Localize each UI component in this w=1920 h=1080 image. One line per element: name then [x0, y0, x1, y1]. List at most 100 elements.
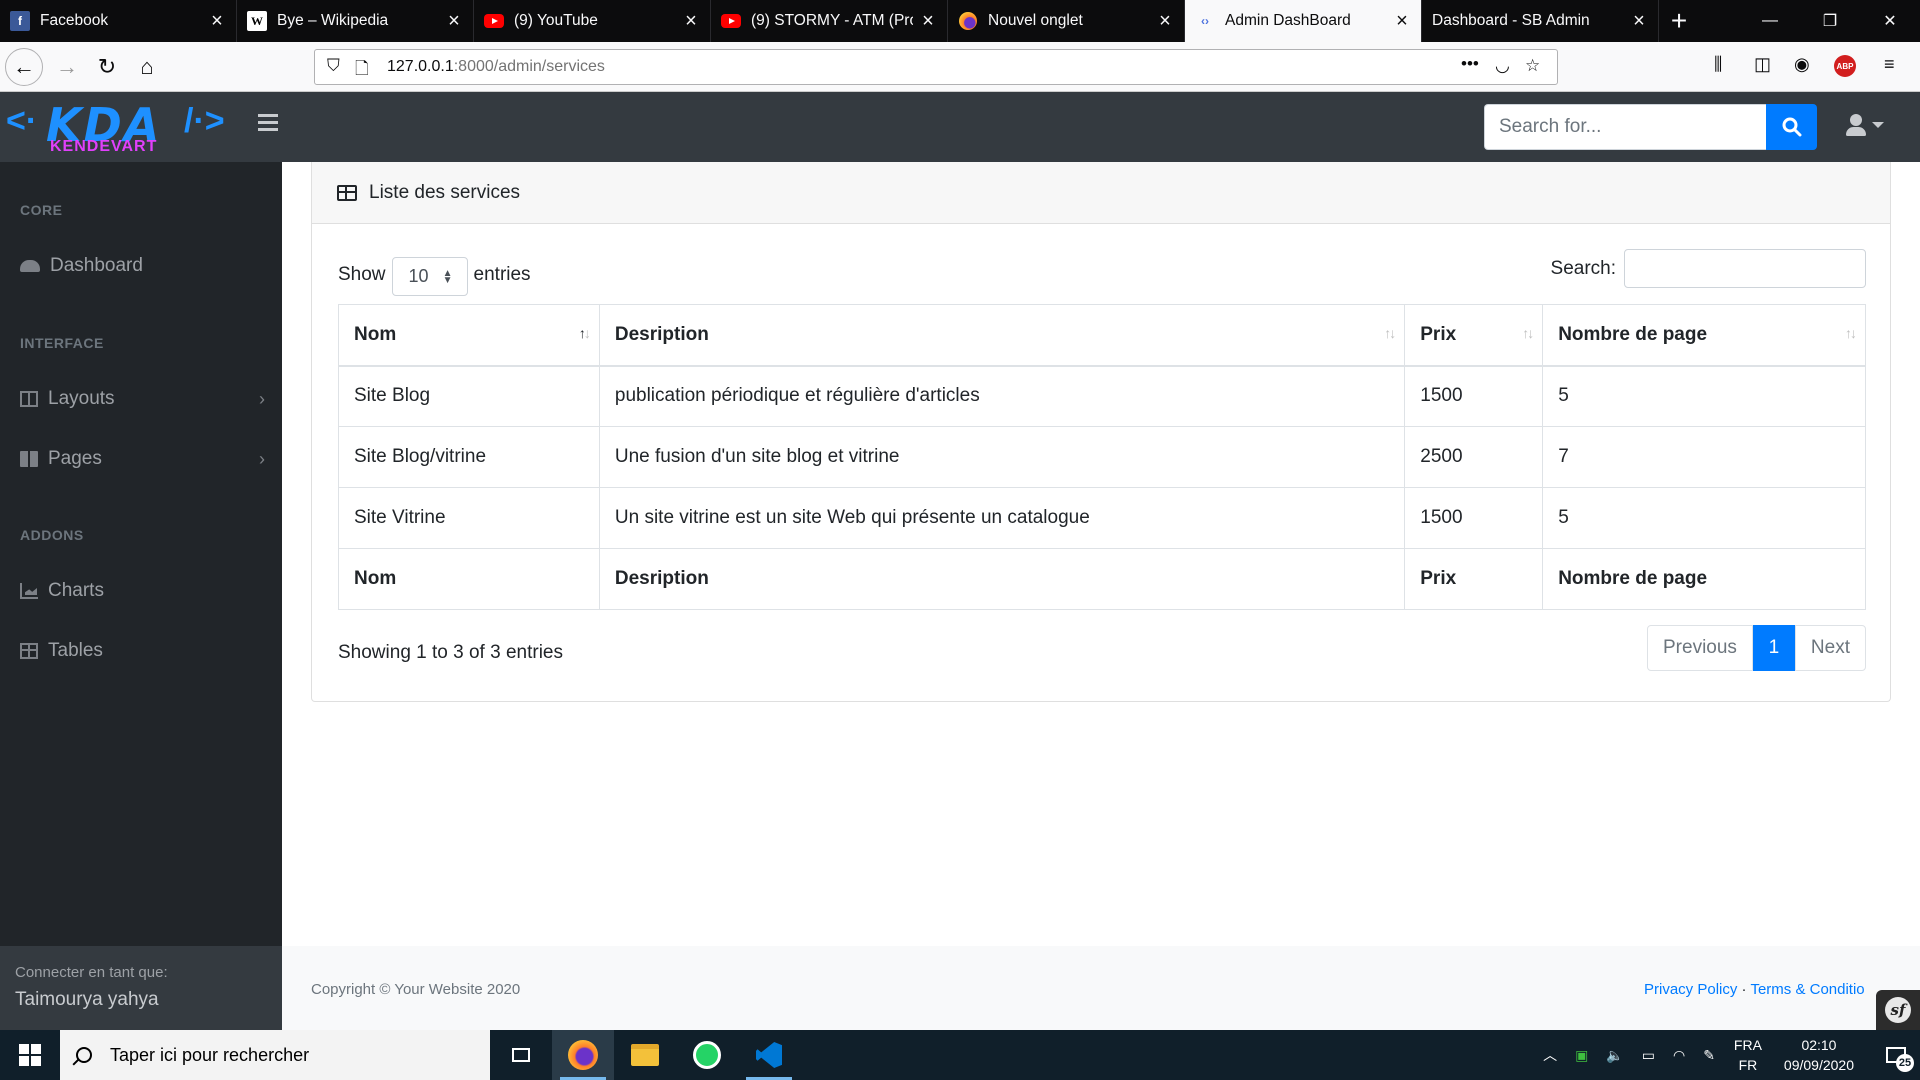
area-chart-icon: [20, 583, 38, 599]
youtube-icon: [721, 14, 741, 28]
logged-in-user: Taimourya yahya: [15, 989, 159, 1010]
column-header-description[interactable]: Desription ↑↓: [598, 304, 1406, 367]
browser-tab[interactable]: (9) YouTube ×: [474, 0, 711, 42]
user-dropdown[interactable]: [1846, 114, 1884, 136]
cell-description: publication périodique et régulière d'ar…: [598, 365, 1406, 427]
symfony-toolbar-toggle[interactable]: sf: [1876, 990, 1920, 1030]
sidebar-item-label: Pages: [48, 448, 102, 469]
entries-label: entries: [473, 263, 531, 285]
sidebar-item-layouts[interactable]: Layouts ›: [20, 384, 265, 414]
windows-start-button[interactable]: [0, 1030, 60, 1080]
adblock-plus-icon[interactable]: ABP: [1834, 55, 1856, 77]
shield-icon[interactable]: ⛉: [327, 56, 340, 76]
column-header-nombre-de-page[interactable]: Nombre de page ↑↓: [1542, 304, 1866, 367]
column-header-nom[interactable]: Nom ↑↓: [338, 304, 600, 367]
table-search-input[interactable]: [1624, 249, 1866, 288]
footer-separator: ·: [1741, 981, 1747, 998]
footer-header-description: Desription: [598, 548, 1406, 610]
pocket-icon[interactable]: ◡: [1495, 56, 1510, 76]
taskbar-vscode[interactable]: [738, 1030, 800, 1080]
tab-title: Dashboard - SB Admin: [1432, 12, 1590, 29]
navbar-search-input[interactable]: [1484, 104, 1766, 150]
page-info-icon[interactable]: 🗋: [355, 56, 369, 85]
cell-nom: Site Vitrine: [338, 487, 600, 549]
forward-arrow-icon[interactable]: →: [50, 50, 84, 84]
symfony-icon: sf: [1885, 997, 1911, 1023]
cell-pages: 7: [1542, 426, 1866, 488]
account-icon[interactable]: ◉: [1794, 54, 1810, 75]
url-host: 127.0.0.1: [387, 58, 454, 75]
volume-icon[interactable]: 🔈: [1606, 1047, 1623, 1064]
sidebar-item-tables[interactable]: Tables: [20, 636, 265, 666]
task-view-button[interactable]: [490, 1030, 552, 1080]
footer-links: Privacy Policy · Terms & Conditio: [1644, 981, 1865, 998]
close-tab-icon[interactable]: ×: [1624, 10, 1654, 33]
table-footer-row: Nom Desription Prix Nombre de page: [338, 548, 1866, 610]
logo-arrow-left: <·: [6, 102, 38, 140]
sidebar-toggle-button[interactable]: [258, 114, 278, 135]
page-1-button[interactable]: 1: [1752, 625, 1795, 671]
wifi-icon[interactable]: ◠: [1673, 1047, 1685, 1064]
table-info: Showing 1 to 3 of 3 entries: [338, 642, 563, 663]
youtube-icon: [484, 14, 504, 28]
chevron-up-icon[interactable]: ︿: [1543, 1045, 1557, 1065]
library-icon[interactable]: ⫼: [1714, 54, 1722, 75]
next-page-button[interactable]: Next: [1794, 625, 1866, 671]
action-center-button[interactable]: 25: [1872, 1030, 1920, 1080]
sidebar: CORE Dashboard INTERFACE Layouts › Pages…: [0, 162, 282, 1030]
language-indicator[interactable]: FRA FR: [1734, 1035, 1762, 1075]
sidebar-item-charts[interactable]: Charts: [20, 576, 265, 606]
logo-arrow-right: /·>: [184, 102, 225, 140]
taskbar-file-explorer[interactable]: [614, 1030, 676, 1080]
close-tab-icon[interactable]: ×: [913, 10, 943, 33]
close-tab-icon[interactable]: ×: [1150, 10, 1180, 33]
clock[interactable]: 02:10 09/09/2020: [1784, 1035, 1854, 1075]
brand-logo[interactable]: <· KDA /·> KENDEVART: [6, 98, 246, 156]
app-tray-icon[interactable]: ▣: [1575, 1047, 1588, 1064]
close-tab-icon[interactable]: ×: [202, 10, 232, 33]
sidebar-item-dashboard[interactable]: Dashboard: [20, 251, 265, 281]
close-window-icon[interactable]: ✕: [1860, 0, 1920, 42]
top-navbar: <· KDA /·> KENDEVART: [0, 92, 1920, 162]
restore-icon[interactable]: ❐: [1800, 0, 1860, 42]
cell-prix: 2500: [1404, 426, 1544, 488]
menu-icon[interactable]: ≡: [1884, 54, 1895, 75]
browser-tab[interactable]: Nouvel onglet ×: [948, 0, 1185, 42]
close-tab-icon[interactable]: ×: [1387, 10, 1417, 33]
footer-header-nombre-de-page: Nombre de page: [1542, 548, 1866, 610]
new-tab-icon[interactable]: +: [1659, 0, 1699, 42]
reload-icon[interactable]: ↻: [90, 50, 124, 84]
browser-tab[interactable]: (9) STORMY - ATM (Prod ×: [711, 0, 948, 42]
close-tab-icon[interactable]: ×: [439, 10, 469, 33]
taskbar-whatsapp[interactable]: [676, 1030, 738, 1080]
table-row: Site Blog/vitrine Une fusion d'un site b…: [338, 426, 1866, 488]
page-footer: Copyright © Your Website 2020 Privacy Po…: [282, 946, 1920, 1030]
privacy-policy-link[interactable]: Privacy Policy: [1644, 981, 1737, 998]
taskbar-search[interactable]: Taper ici pour rechercher: [60, 1030, 490, 1080]
battery-icon[interactable]: ▭: [1642, 1047, 1655, 1064]
cell-description: Une fusion d'un site blog et vitrine: [598, 426, 1406, 488]
sidebar-toggle-icon[interactable]: ◫: [1754, 54, 1771, 75]
search-button[interactable]: [1766, 104, 1817, 150]
home-icon[interactable]: ⌂: [130, 50, 164, 84]
sidebar-item-pages[interactable]: Pages ›: [20, 444, 265, 474]
close-tab-icon[interactable]: ×: [676, 10, 706, 33]
browser-tab[interactable]: W Bye – Wikipedia ×: [237, 0, 474, 42]
terms-link[interactable]: Terms & Conditio: [1750, 981, 1864, 998]
url-bar[interactable]: ⛉ 🗋 127.0.0.1:8000/admin/services ••• ◡ …: [314, 49, 1558, 85]
entries-select[interactable]: 10 ▲ ▼: [391, 257, 468, 296]
taskbar-firefox[interactable]: [552, 1030, 614, 1080]
column-header-prix[interactable]: Prix ↑↓: [1404, 304, 1544, 367]
more-actions-icon[interactable]: •••: [1461, 54, 1479, 74]
pen-icon[interactable]: ✎: [1703, 1047, 1715, 1064]
table-row: Site Blog publication périodique et régu…: [338, 365, 1866, 427]
minimize-icon[interactable]: —: [1740, 0, 1800, 42]
back-arrow-icon[interactable]: ←: [5, 48, 43, 86]
bookmark-star-icon[interactable]: ☆: [1525, 56, 1540, 76]
browser-tab[interactable]: f Facebook ×: [0, 0, 237, 42]
browser-tab[interactable]: Dashboard - SB Admin ×: [1422, 0, 1659, 42]
previous-page-button[interactable]: Previous: [1647, 625, 1753, 671]
folder-icon: [631, 1044, 659, 1066]
browser-tab-active[interactable]: ‹› Admin DashBoard ×: [1185, 0, 1422, 42]
chevron-right-icon: ›: [259, 388, 265, 409]
